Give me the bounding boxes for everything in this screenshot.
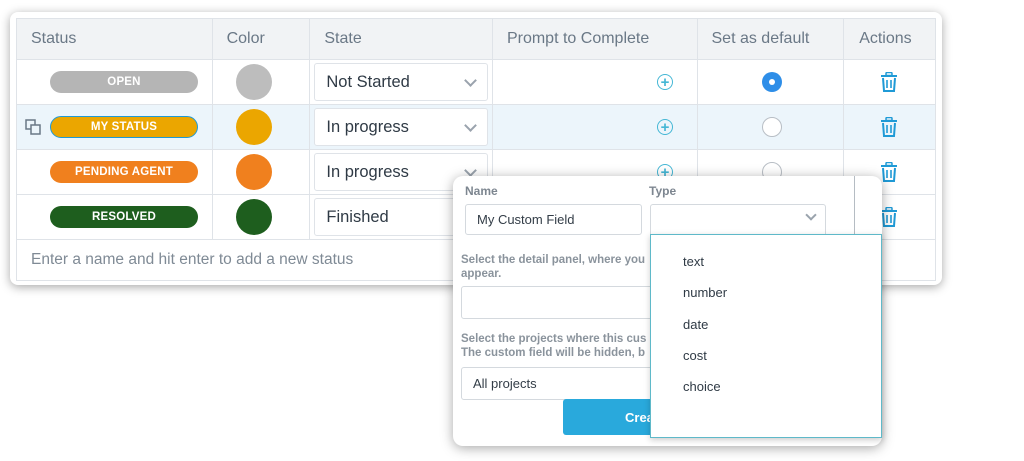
create-button[interactable]: Crea <box>563 399 663 435</box>
type-option-text[interactable]: text <box>683 254 704 269</box>
default-radio[interactable] <box>761 72 782 92</box>
state-cell: In progress <box>310 105 493 149</box>
projects-select[interactable]: All projects <box>461 367 661 400</box>
header-actions: Actions <box>859 30 912 47</box>
color-swatch[interactable] <box>235 154 272 190</box>
color-cell <box>213 105 311 149</box>
status-cell: OPEN <box>17 60 213 104</box>
type-label: Type <box>649 184 677 198</box>
type-option-date[interactable]: date <box>683 317 708 332</box>
name-input-value: My Custom Field <box>477 212 575 227</box>
color-cell <box>213 150 311 194</box>
state-value: Finished <box>326 207 389 226</box>
header-default: Set as default <box>698 19 845 59</box>
projects-select-value: All projects <box>473 376 537 391</box>
actions-cell <box>844 60 935 104</box>
color-swatch[interactable] <box>235 109 272 145</box>
panel-description-line: appear. <box>461 268 502 280</box>
header-prompt: Prompt to Complete <box>493 19 698 59</box>
type-dropdown: text number date cost choice <box>650 234 882 438</box>
divider <box>854 176 855 238</box>
chevron-down-icon <box>464 163 478 177</box>
state-cell: Not Started <box>310 60 493 104</box>
name-label: Name <box>465 184 498 198</box>
add-prompt-icon[interactable]: + <box>656 119 673 135</box>
state-value: In progress <box>326 117 409 136</box>
state-select[interactable]: Not Started <box>314 63 489 101</box>
trash-icon[interactable] <box>880 207 898 227</box>
status-badge[interactable]: MY STATUS <box>50 116 198 138</box>
state-select[interactable]: In progress <box>314 108 489 146</box>
type-select[interactable] <box>650 204 826 235</box>
actions-cell <box>844 105 935 149</box>
trash-icon[interactable] <box>880 162 898 182</box>
add-prompt-icon[interactable]: + <box>656 74 673 90</box>
status-cell: PENDING AGENT <box>17 150 213 194</box>
table-header: Status Color State Prompt to Complete Se… <box>17 19 935 60</box>
chevron-down-icon <box>464 118 478 132</box>
table-row: OPEN Not Started + <box>17 60 935 105</box>
default-cell <box>698 60 845 104</box>
table-row: MY STATUS In progress + <box>17 105 935 150</box>
name-input[interactable]: My Custom Field <box>465 204 642 235</box>
status-cell: MY STATUS <box>17 105 213 149</box>
state-value: In progress <box>326 162 409 181</box>
projects-description: Select the projects where this cus The c… <box>461 332 661 360</box>
color-swatch[interactable] <box>235 199 272 235</box>
status-badge[interactable]: RESOLVED <box>50 206 198 228</box>
status-badge[interactable]: PENDING AGENT <box>50 161 198 183</box>
default-radio[interactable] <box>761 117 782 137</box>
trash-icon[interactable] <box>880 117 898 137</box>
color-cell <box>213 195 311 239</box>
color-cell <box>213 60 311 104</box>
header-color: Color <box>213 19 311 59</box>
header-state: State <box>310 19 493 59</box>
projects-description-line: The custom field will be hidden, b <box>461 347 646 359</box>
prompt-cell: + <box>493 105 698 149</box>
status-badge[interactable]: OPEN <box>50 71 198 93</box>
detail-panel-select[interactable] <box>461 286 661 319</box>
state-value: Not Started <box>326 72 410 91</box>
type-option-cost[interactable]: cost <box>683 348 707 363</box>
header-status: Status <box>17 19 213 59</box>
default-cell <box>698 105 845 149</box>
color-swatch[interactable] <box>235 64 272 100</box>
type-option-number[interactable]: number <box>683 285 727 300</box>
panel-description-line: Select the detail panel, where you <box>461 254 646 266</box>
chevron-down-icon <box>805 209 817 221</box>
prompt-cell: + <box>493 60 698 104</box>
chevron-down-icon <box>464 73 478 87</box>
copy-icon[interactable] <box>25 119 41 135</box>
trash-icon[interactable] <box>880 72 898 92</box>
projects-description-line: Select the projects where this cus <box>461 333 647 345</box>
status-cell: RESOLVED <box>17 195 213 239</box>
panel-description: Select the detail panel, where you appea… <box>461 253 661 281</box>
type-option-choice[interactable]: choice <box>683 379 721 394</box>
